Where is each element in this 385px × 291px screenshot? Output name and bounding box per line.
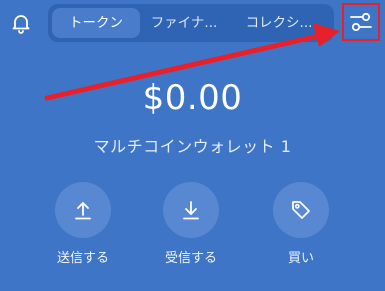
send-button[interactable]: 送信する: [43, 182, 123, 266]
filter-settings-button[interactable]: [342, 3, 380, 41]
wallet-name[interactable]: マルチコインウォレット 1: [0, 133, 385, 157]
tab-collectibles[interactable]: コレクシ...: [228, 8, 330, 38]
send-circle[interactable]: [55, 182, 111, 238]
tab-tokens[interactable]: トークン: [52, 8, 140, 38]
buy-circle[interactable]: [273, 182, 329, 238]
send-label: 送信する: [56, 251, 109, 266]
upload-arrow-icon: [75, 202, 91, 220]
wallet-balance: $0.00: [142, 78, 243, 118]
receive-circle[interactable]: [163, 182, 219, 238]
receive-label: 受信する: [164, 251, 217, 266]
bell-icon[interactable]: [9, 11, 33, 35]
tab-finance[interactable]: ファイナ...: [140, 8, 228, 38]
buy-label: 買い: [287, 251, 314, 266]
download-arrow-icon: [183, 201, 199, 220]
receive-button[interactable]: 受信する: [151, 182, 231, 266]
price-tag-icon: [292, 201, 310, 219]
tab-bar: トークン ファイナ... コレクシ...: [48, 4, 334, 42]
buy-button[interactable]: 買い: [261, 182, 341, 266]
sliders-icon: [350, 12, 372, 32]
